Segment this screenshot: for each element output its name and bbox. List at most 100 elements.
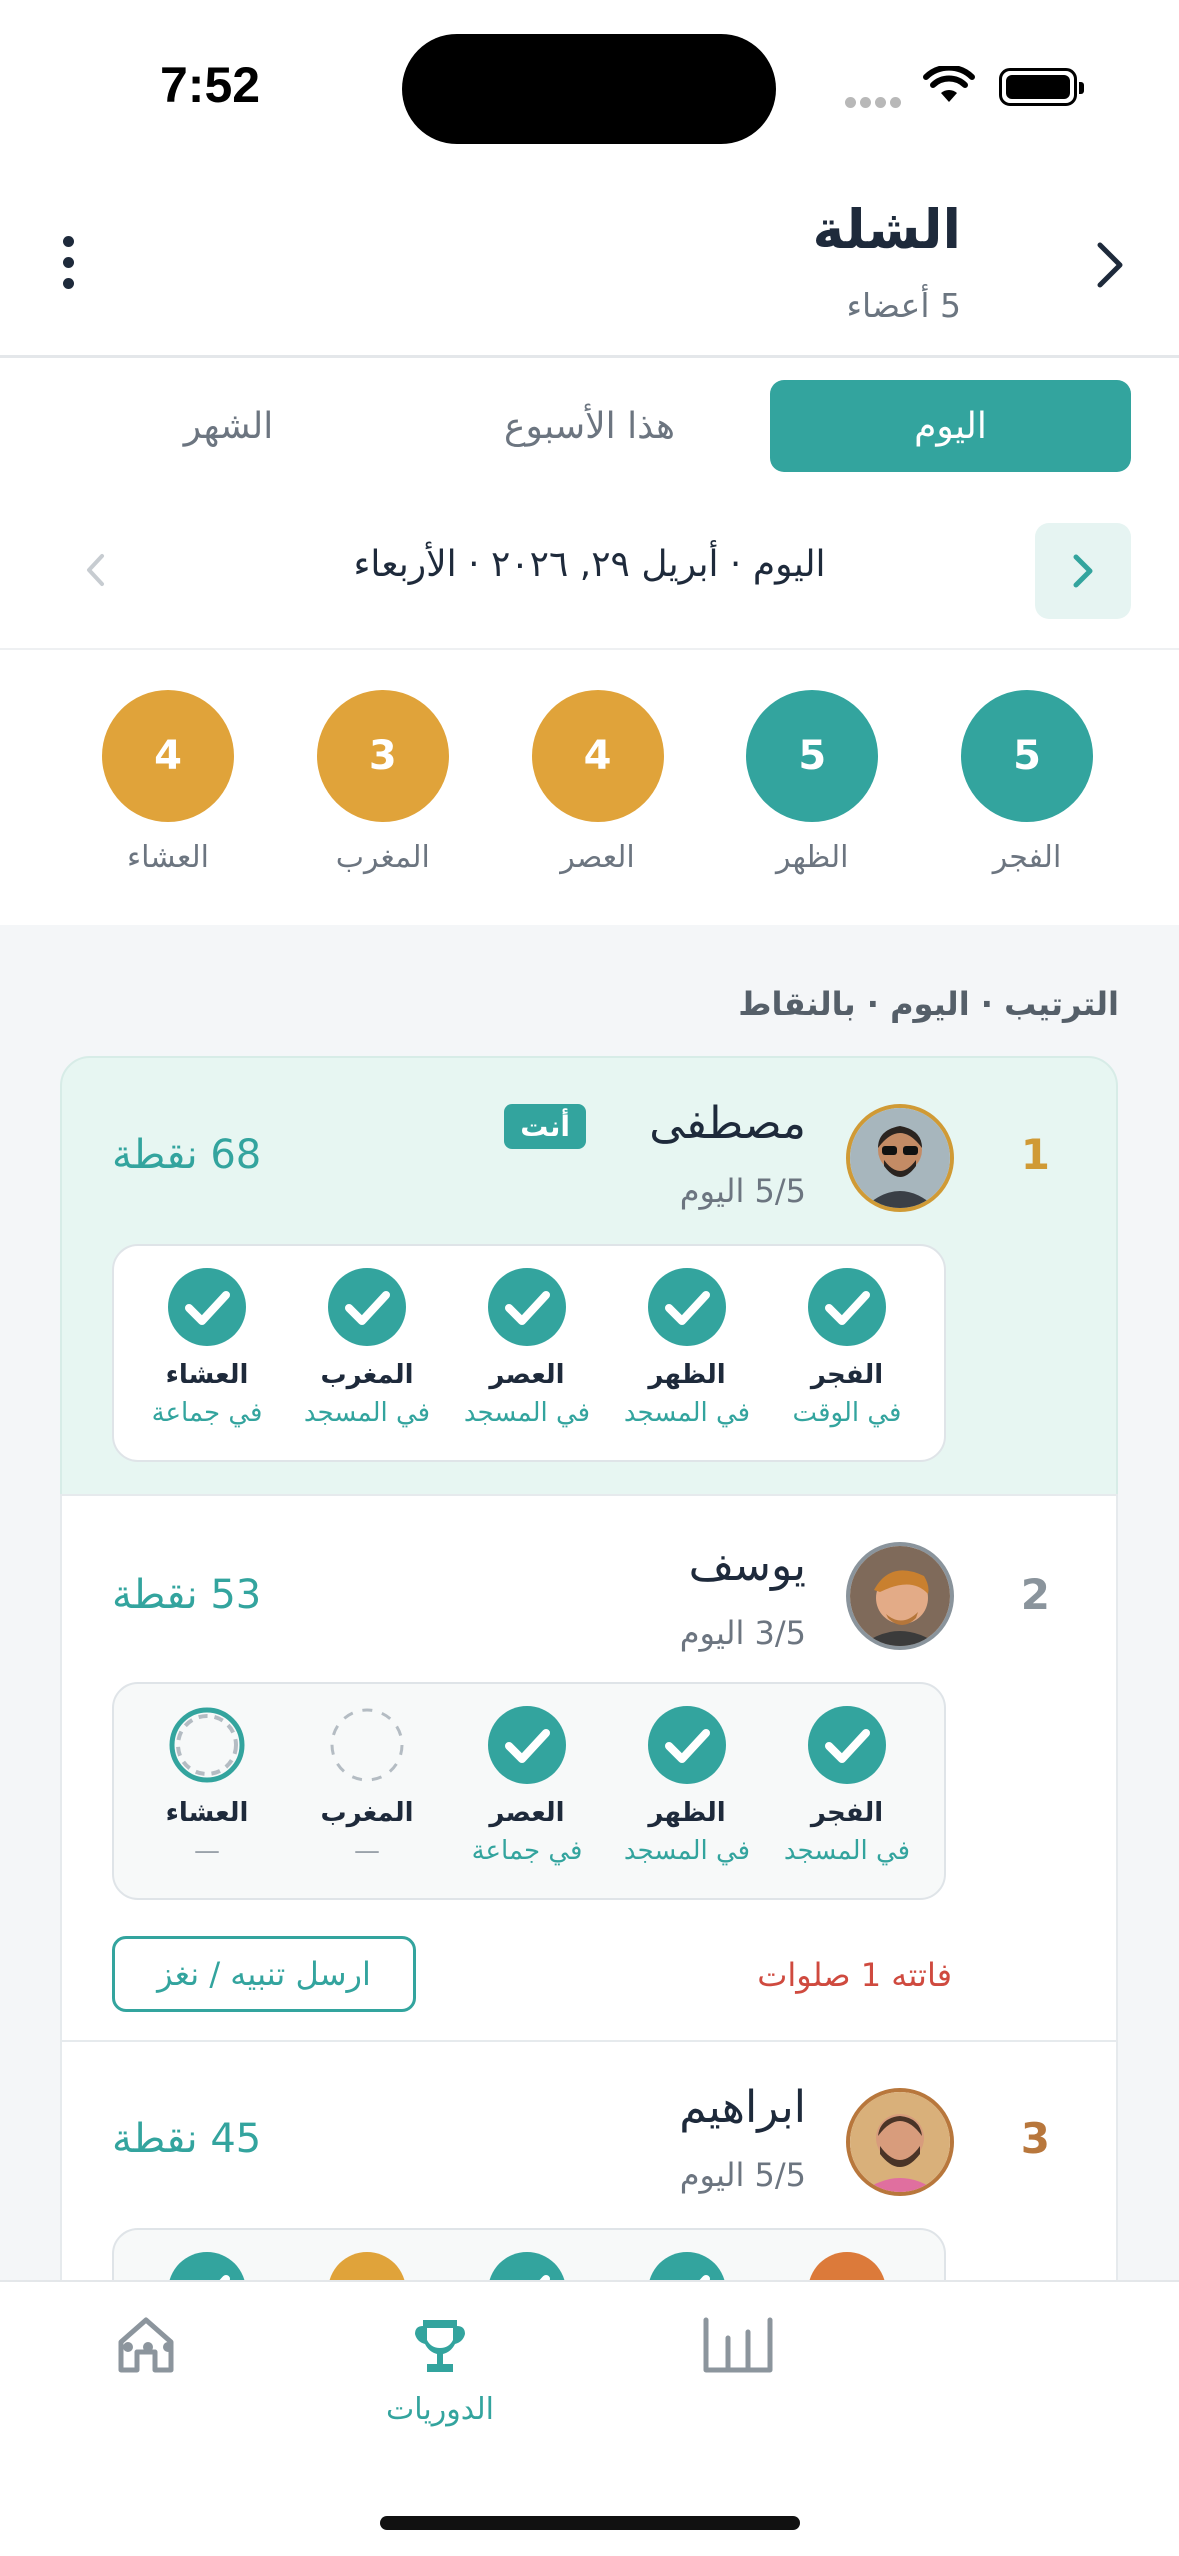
battery-icon [999,68,1084,106]
pending-circle-icon [169,1707,245,1783]
prayer-name: الظهر [648,1798,726,1828]
today-count: 3/5 اليوم [679,1614,806,1652]
status-time: 7:52 [160,57,261,113]
prayer-status: — [354,1836,380,1866]
prayer-isha: العشاء — [132,1684,282,1898]
prayer-maghrib: المغرب في المسجد [292,1246,442,1460]
prayer-asr: العصر في جماعة [452,1684,602,1898]
summary-count: 3 [316,690,449,822]
check-circle-icon [648,1706,726,1784]
summary-item-maghrib: 3 المغرب [303,690,463,890]
summary-item-asr: 4 العصر [518,690,678,890]
prayer-summary: 5 الفجر 5 الظهر 4 العصر 3 المغرب 4 العشا… [0,690,1179,890]
member-card-2[interactable]: 2 يوسف 3/5 اليوم 53 نقطة الفجر في المسجد… [60,1494,1118,2042]
member-name: مصطفى [649,1098,806,1149]
prayer-dhuhr: الظهر في المسجد [612,1684,762,1898]
prayer-status: في جماعة [151,1398,263,1428]
leaderboard-heading: الترتيب · اليوم · بالنقاط [738,985,1119,1023]
date-label: اليوم · أبريل ٢٩, ٢٠٢٦ · الأربعاء [353,544,826,585]
check-circle-icon [808,1268,886,1346]
check-circle-icon [488,1706,566,1784]
summary-count: 5 [746,690,879,822]
home-icon [118,2317,174,2373]
home-indicator [380,2516,800,2530]
tab-month[interactable]: الشهر [48,380,409,472]
tab-today[interactable]: اليوم [770,380,1131,472]
prayer-fajr: الفجر في الوقت [772,1246,922,1460]
summary-label: المغرب [335,840,430,875]
rank: 2 [1020,1570,1050,1619]
dashed-circle-icon [330,1708,404,1782]
status-bar: 7:52 [0,0,1179,170]
avatar [846,2088,954,2196]
summary-item-isha: 4 العشاء [88,690,248,890]
rank: 1 [1020,1130,1050,1179]
avatar [846,1104,954,1212]
prayer-status: في المسجد [623,1398,751,1428]
date-prev-button[interactable] [70,540,120,600]
prayer-asr: العصر في المسجد [452,1246,602,1460]
prayer-status: في جماعة [471,1836,583,1866]
prayer-status: في المسجد [783,1836,911,1866]
summary-item-dhuhr: 5 الظهر [732,690,892,890]
prayer-status: في المسجد [463,1398,591,1428]
stats-icon [703,2317,773,2373]
check-circle-icon [328,1268,406,1346]
prayer-name: المغرب [320,1798,414,1828]
prayer-name: العشاء [165,1798,249,1828]
check-circle-icon [808,1706,886,1784]
member-points: 68 نقطة [112,1132,262,1178]
check-circle-icon [648,1268,726,1346]
prayer-maghrib: المغرب — [292,1684,442,1898]
tab-this-week[interactable]: هذا الأسبوع [409,380,770,472]
trophy-icon [415,2320,465,2372]
nav-stats[interactable] [638,2312,838,2382]
prayer-name: العصر [489,1798,565,1828]
group-title: الشلة [812,198,961,261]
divider [0,648,1179,650]
member-card-3[interactable]: 3 ابراهيم 5/5 اليوم 45 نقطة [60,2040,1118,2446]
summary-count: 4 [102,690,234,822]
today-count: 5/5 اليوم [679,1172,806,1210]
nav-leagues[interactable]: الدوريات [340,2312,540,2427]
prayer-name: الفجر [810,1798,884,1828]
prayer-name: العصر [489,1360,565,1390]
nav-home[interactable] [46,2310,246,2380]
prayer-name: المغرب [320,1360,414,1390]
prayer-status: في الوقت [792,1398,902,1428]
summary-item-fajr: 5 الفجر [947,690,1107,890]
you-badge: أنت [504,1104,586,1149]
prayer-status-box: الفجر في المسجد الظهر في المسجد العصر في… [112,1682,946,1900]
missed-prayers-text: فاتته 1 صلوات [757,1956,952,1994]
member-points: 53 نقطة [112,1572,262,1618]
send-nudge-button[interactable]: ارسل تنبيه / نغز [112,1936,416,2012]
summary-label: الفجر [992,840,1062,875]
member-card-1[interactable]: 1 مصطفى أنت 5/5 اليوم 68 نقطة الفجر في ا… [60,1056,1118,1496]
prayer-status: في المسجد [623,1836,751,1866]
period-tabs: اليوم هذا الأسبوع الشهر [48,380,1131,472]
rank: 3 [1020,2114,1050,2163]
more-options-button[interactable] [58,236,78,296]
member-name: ابراهيم [679,2082,806,2133]
prayer-isha: العشاء في جماعة [132,1246,282,1460]
prayer-status: في المسجد [303,1398,431,1428]
member-points: 45 نقطة [112,2116,262,2162]
cellular-signal-icon [845,93,907,108]
prayer-fajr: الفجر في المسجد [772,1684,922,1898]
prayer-dhuhr: الظهر في المسجد [612,1246,762,1460]
prayer-status-box: الفجر في الوقت الظهر في المسجد العصر في … [112,1244,946,1462]
member-count: 5 أعضاء [846,286,961,325]
date-navigator: اليوم · أبريل ٢٩, ٢٠٢٦ · الأربعاء [0,520,1179,620]
chevron-left-icon [87,554,104,586]
dynamic-island [402,34,776,144]
prayer-name: الفجر [810,1360,884,1390]
check-circle-icon [488,1268,566,1346]
nav-label: الدوريات [386,2392,494,2427]
back-button[interactable] [1085,235,1135,295]
wifi-icon [923,66,975,102]
summary-label: العصر [560,840,635,875]
today-count: 5/5 اليوم [679,2156,806,2194]
chevron-right-icon [1097,242,1123,288]
check-circle-icon [168,1268,246,1346]
member-name: يوسف [688,1540,806,1591]
